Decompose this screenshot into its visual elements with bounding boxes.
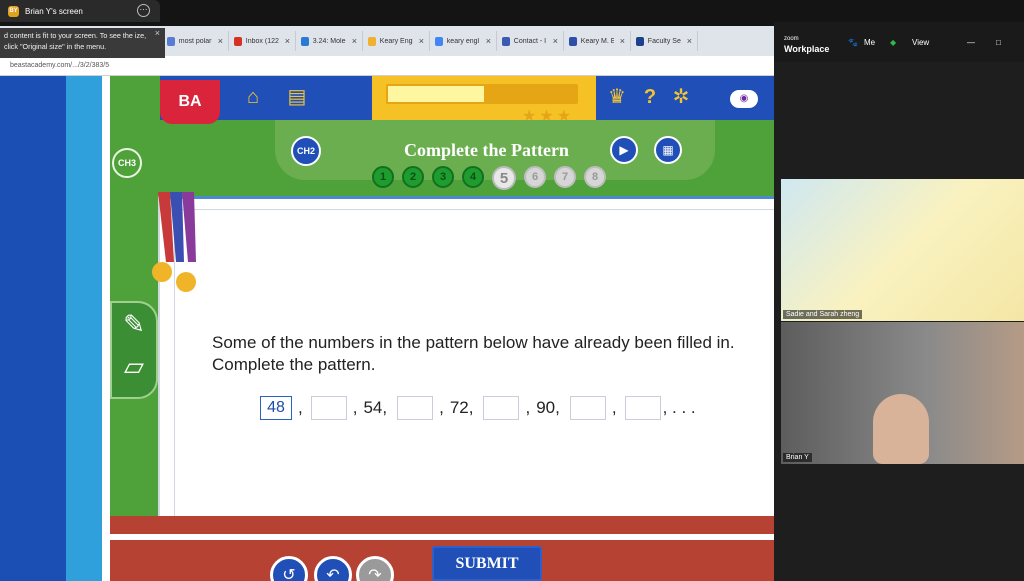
minimize-icon[interactable]: —	[967, 38, 975, 47]
chapter-badge-current[interactable]: CH2	[291, 136, 321, 166]
ba-logo-button[interactable]: BA	[160, 80, 220, 124]
problem-dot-2[interactable]: 2	[402, 166, 424, 188]
notice-close-icon[interactable]: ×	[155, 28, 160, 39]
problem-dot-1[interactable]: 1	[372, 166, 394, 188]
close-icon[interactable]: ×	[486, 36, 491, 46]
browser-tab[interactable]: Faculty Sea ×	[631, 31, 698, 51]
eraser-icon[interactable]: ▱	[112, 345, 156, 387]
pattern-ellipsis: , . . .	[662, 398, 696, 417]
browser-tab[interactable]: Keary Engl ×	[363, 31, 430, 51]
tool-panel: ✎ ▱	[110, 301, 158, 399]
tab-label: Contact - I	[513, 37, 547, 45]
trophy-icon[interactable]: ♛	[604, 86, 630, 108]
problem-dot-8[interactable]: 8	[584, 166, 606, 188]
tab-label: Inbox (122	[245, 37, 279, 45]
browser-tab-strip: most polar × Inbox (122 × 3.24: Mole × Keary E…	[162, 26, 774, 56]
person-silhouette	[873, 394, 929, 464]
browser-tab[interactable]: most polar ×	[162, 31, 229, 51]
close-icon[interactable]: ×	[620, 36, 625, 46]
close-icon[interactable]: ×	[352, 36, 357, 46]
close-icon[interactable]: ×	[285, 36, 290, 46]
participant-video[interactable]: Brian Y	[781, 322, 1024, 464]
lesson-title: Complete the Pattern	[404, 140, 569, 160]
view-button[interactable]: View	[912, 38, 929, 47]
shield-icon[interactable]: ◆	[890, 38, 896, 47]
video-feed	[781, 179, 1024, 321]
browser-tab[interactable]: Contact - I ×	[497, 31, 564, 51]
close-icon[interactable]: ×	[218, 36, 223, 46]
problem-dot-6[interactable]: 6	[524, 166, 546, 188]
browser-tab[interactable]: keary engl ×	[430, 31, 497, 51]
left-stripe	[66, 76, 102, 581]
profile-icon[interactable]: ◉	[730, 90, 758, 108]
gear-icon[interactable]: ✲	[668, 86, 694, 108]
submit-button[interactable]: SUBMIT	[432, 546, 542, 581]
problem-dot-7[interactable]: 7	[554, 166, 576, 188]
given-number: 54,	[363, 398, 388, 417]
problem-dot-3[interactable]: 3	[432, 166, 454, 188]
answer-box-1[interactable]: 48	[260, 396, 292, 420]
answer-box-4[interactable]	[483, 396, 520, 420]
tab-label: most polar	[178, 37, 212, 45]
home-icon[interactable]: ⌂	[240, 86, 266, 108]
tab-label: Keary Engl	[379, 37, 413, 45]
answer-box-3[interactable]	[397, 396, 434, 420]
tab-favicon-icon	[502, 36, 510, 46]
question-text: Some of the numbers in the pattern below…	[212, 333, 735, 374]
medals-icon	[152, 192, 196, 292]
tab-favicon-icon	[435, 36, 443, 46]
problem-dot-4[interactable]: 4	[462, 166, 484, 188]
problem-dot-5[interactable]: 5	[492, 166, 516, 190]
guide-book-button[interactable]: ▦	[654, 136, 682, 164]
browser-tab[interactable]: Inbox (122 ×	[229, 31, 296, 51]
tab-label: Faculty Sea	[647, 37, 681, 45]
answer-box-5[interactable]	[569, 396, 606, 420]
floor-line	[110, 534, 774, 540]
shared-screen-tab[interactable]: BY Brian Y's screen ⋯	[0, 0, 160, 22]
browser-tab[interactable]: 3.24: Mole ×	[296, 31, 363, 51]
answer-box-6[interactable]	[624, 396, 661, 420]
chapter-badge-left[interactable]: CH3	[112, 148, 142, 178]
participant-name: Brian Y	[783, 453, 812, 462]
progress-fill	[388, 86, 484, 102]
browser-tab[interactable]: Keary M. E ×	[564, 31, 631, 51]
book-icon[interactable]: ▤	[284, 86, 310, 108]
pencil-icon[interactable]: ✎	[112, 303, 156, 345]
participant-video[interactable]: Sadie and Sarah zheng	[781, 179, 1024, 321]
maximize-icon[interactable]: □	[996, 38, 1001, 47]
beast-academy-page: BA ⌂ ▤ ★★★ ♛ ? ✲ ◉ CH2 CH3 Complete the …	[0, 76, 774, 581]
tab-label: Keary M. E	[580, 37, 614, 45]
tab-favicon-icon	[301, 36, 309, 46]
close-icon[interactable]: ×	[553, 36, 558, 46]
paw-icon[interactable]: 🐾	[848, 38, 858, 47]
ellipsis-icon[interactable]: ⋯	[137, 4, 150, 17]
address-bar[interactable]: beastacademy.com/.../3/2/383/5	[0, 56, 774, 76]
tab-favicon-icon	[569, 36, 577, 46]
sharer-avatar: BY	[8, 5, 19, 17]
shared-screen-title: Brian Y's screen	[25, 6, 83, 16]
answer-box-2[interactable]	[310, 396, 347, 420]
tab-favicon-icon	[636, 36, 644, 46]
tab-label: keary engl	[446, 37, 480, 45]
help-icon[interactable]: ?	[637, 86, 663, 108]
left-stripe-white	[102, 76, 110, 581]
pattern-row: 48, , 54, , 72, , 90, , , . . .	[258, 396, 696, 420]
tab-favicon-icon	[368, 36, 376, 46]
tab-favicon-icon	[234, 36, 242, 46]
notice-text: d content is fit to your screen. To see …	[4, 31, 147, 51]
participant-name: Sadie and Sarah zheng	[783, 310, 863, 319]
zoom-brand: zoom Workplace	[784, 36, 830, 54]
close-icon[interactable]: ×	[687, 36, 692, 46]
problem-dots: 12345678	[372, 166, 606, 190]
me-label[interactable]: Me	[864, 38, 875, 47]
play-video-button[interactable]: ▶	[610, 136, 638, 164]
given-number: 90,	[536, 398, 560, 417]
fit-screen-notice: d content is fit to your screen. To see …	[0, 28, 165, 58]
tab-favicon-icon	[167, 36, 175, 46]
tab-label: 3.24: Mole	[312, 37, 346, 45]
given-number: 72,	[449, 398, 474, 417]
progress-track	[386, 84, 578, 104]
close-icon[interactable]: ×	[419, 36, 424, 46]
zoom-toolbar: zoom Workplace 🐾 Me ◆ View — □	[774, 22, 1024, 62]
